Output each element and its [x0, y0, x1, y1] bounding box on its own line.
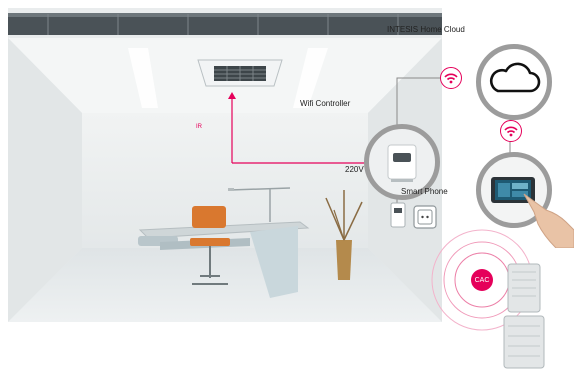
- cac-label: CAC: [474, 276, 490, 284]
- cloud-circle: [476, 44, 552, 120]
- cac-outdoor-unit: [500, 262, 548, 370]
- wifi-icon: [440, 67, 462, 89]
- smart-phone-label: Smart Phone: [401, 187, 448, 196]
- wifi-icon: [500, 120, 522, 142]
- wifi-controller-label: Wifi Controller: [300, 99, 351, 108]
- cloud-label: INTESIS Home Cloud: [387, 25, 465, 34]
- cloud-icon: [489, 62, 541, 93]
- cac-badge: CAC: [471, 269, 493, 291]
- ir-label: IR: [196, 124, 202, 130]
- voltage-label: 220V: [345, 165, 364, 174]
- wifi-controller-device: [387, 144, 417, 182]
- power-socket-icon: [413, 205, 437, 229]
- wall-controller-unit: [390, 202, 406, 228]
